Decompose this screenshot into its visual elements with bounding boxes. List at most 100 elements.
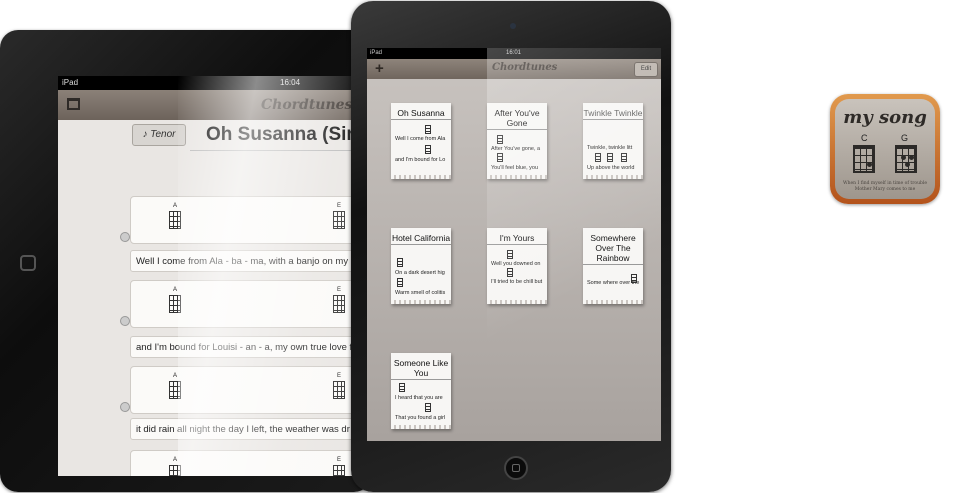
chord-diagram-icon bbox=[333, 465, 345, 476]
chord-row[interactable]: A E bbox=[130, 450, 372, 476]
edit-button[interactable]: Edit bbox=[634, 62, 658, 77]
chord-label: A bbox=[173, 373, 178, 379]
title-divider bbox=[190, 150, 372, 151]
library-book-icon[interactable] bbox=[67, 98, 80, 110]
song-card-line: On a dark desert hig bbox=[395, 270, 445, 276]
add-song-button[interactable]: + bbox=[375, 60, 384, 77]
song-card-line: You'll feel blue, you bbox=[491, 165, 539, 171]
instrument-label: Tenor bbox=[150, 129, 176, 140]
song-card-line: After You've gone, a bbox=[491, 146, 541, 152]
paper-edge bbox=[391, 300, 451, 304]
app-icon-lyric: When I find myself in time of trouble Mo… bbox=[843, 181, 927, 192]
chord-diagram-icon bbox=[895, 145, 917, 173]
song-card-line: Warm smell of colitis bbox=[395, 290, 446, 296]
chord-row[interactable]: A E bbox=[130, 280, 372, 328]
chord-label: A bbox=[173, 287, 178, 293]
ipad-left-device: iPad 16:04 Chordtunes ♪ Tenor Oh Susanna… bbox=[0, 30, 372, 492]
chord-diagram-icon bbox=[333, 295, 345, 313]
song-title: Oh Susanna (Simpl bbox=[206, 124, 372, 145]
chord-diagram-icon bbox=[621, 153, 627, 162]
chord-diagram-icon bbox=[497, 153, 503, 162]
finger-dot-icon bbox=[901, 155, 906, 160]
song-card-line: Well you downed on bbox=[491, 261, 541, 267]
song-card[interactable]: Someone Like You I heard that you are Th… bbox=[391, 353, 451, 429]
app-title: Chordtunes bbox=[261, 97, 353, 113]
song-card[interactable]: After You've Gone After You've gone, a Y… bbox=[487, 103, 547, 179]
lyric-row[interactable]: it did rain all night the day I left, th… bbox=[130, 418, 372, 440]
carrier-label: iPad bbox=[370, 50, 383, 56]
home-button-icon[interactable] bbox=[504, 456, 528, 480]
song-card-title: Someone Like You bbox=[391, 358, 451, 380]
song-card[interactable]: Twinkle Twinkle Twinkle, twinkle litt Up… bbox=[583, 103, 643, 179]
app-icon[interactable]: my song C G When I find myself in time o… bbox=[830, 94, 940, 204]
chord-diagram-icon bbox=[497, 135, 503, 144]
app-title: Chordtunes bbox=[492, 62, 558, 73]
chord-diagram-icon bbox=[853, 145, 875, 173]
clock-label: 16:04 bbox=[280, 78, 301, 87]
chord-diagram-icon bbox=[397, 278, 403, 287]
chord-diagram-icon bbox=[425, 145, 431, 154]
song-card[interactable]: Oh Susanna Well I come from Ala and I'm … bbox=[391, 103, 451, 179]
song-card-title: I'm Yours bbox=[487, 233, 547, 245]
chord-diagram-icon bbox=[425, 403, 431, 412]
ukulele-icon: ♪ bbox=[142, 129, 148, 140]
chord-diagram-icon bbox=[507, 268, 513, 277]
song-card-title: After You've Gone bbox=[487, 108, 547, 130]
camera-icon bbox=[510, 23, 516, 29]
lyric-row[interactable]: and I'm bound for Louisi - an - a, my ow… bbox=[130, 336, 372, 358]
paper-edge bbox=[487, 300, 547, 304]
song-card-line: I heard that you are bbox=[395, 395, 443, 401]
song-card-line: Up above the world bbox=[587, 165, 635, 171]
chord-diagram-icon bbox=[607, 153, 613, 162]
chord-diagram-icon bbox=[169, 381, 181, 399]
nav-bar: Chordtunes bbox=[58, 90, 372, 120]
lyric-row[interactable]: Well I come from Ala - ba - ma, with a b… bbox=[130, 250, 372, 272]
chord-label: G bbox=[901, 133, 909, 143]
song-card-line: Twinkle, twinkle litt bbox=[587, 145, 633, 151]
row-handle-icon[interactable] bbox=[120, 402, 130, 412]
song-view-screen: iPad 16:04 Chordtunes ♪ Tenor Oh Susanna… bbox=[58, 76, 372, 476]
chord-diagram-icon bbox=[397, 258, 403, 267]
chord-label: A bbox=[173, 203, 178, 209]
clock-label: 16:01 bbox=[506, 50, 522, 56]
library-screen: iPad 16:01 + Chordtunes Edit Oh Susanna … bbox=[367, 48, 661, 441]
chord-diagram-icon bbox=[169, 295, 181, 313]
song-card-line: That you found a girl bbox=[395, 415, 446, 421]
status-bar: iPad 16:01 bbox=[367, 48, 661, 59]
chord-diagram-icon bbox=[507, 250, 513, 259]
finger-dot-icon bbox=[905, 162, 910, 167]
row-handle-icon[interactable] bbox=[120, 316, 130, 326]
chord-diagram-icon bbox=[333, 381, 345, 399]
app-icon-title: my song bbox=[843, 107, 927, 128]
paper-edge bbox=[391, 175, 451, 179]
song-card-title: Oh Susanna bbox=[391, 108, 451, 120]
paper-edge bbox=[583, 300, 643, 304]
row-handle-icon[interactable] bbox=[120, 232, 130, 242]
carrier-label: iPad bbox=[62, 78, 79, 87]
song-card-title: Twinkle Twinkle bbox=[583, 108, 643, 120]
chord-label: C bbox=[861, 133, 868, 143]
home-button-icon[interactable] bbox=[20, 255, 36, 271]
chord-diagram-icon bbox=[169, 465, 181, 476]
ipad-mini-device: iPad 16:01 + Chordtunes Edit Oh Susanna … bbox=[351, 1, 671, 492]
instrument-tenor-button[interactable]: ♪ Tenor bbox=[132, 124, 186, 146]
song-card[interactable]: I'm Yours Well you downed on I'll tried … bbox=[487, 228, 547, 304]
chord-row[interactable]: A E bbox=[130, 366, 372, 414]
chord-diagram-icon bbox=[333, 211, 345, 229]
chord-diagram-icon bbox=[595, 153, 601, 162]
chord-diagram-icon bbox=[631, 274, 637, 283]
song-card-line: Well I come from Ala bbox=[395, 136, 446, 142]
song-card[interactable]: Hotel California On a dark desert hig Wa… bbox=[391, 228, 451, 304]
song-card-line: and I'm bound for Lo bbox=[395, 157, 446, 163]
paper-edge bbox=[391, 425, 451, 429]
song-card[interactable]: Somewhere Over The Rainbow Some where ov… bbox=[583, 228, 643, 304]
song-card-line: I'll tried to be chill but bbox=[491, 279, 543, 285]
chord-label: E bbox=[337, 373, 342, 379]
chord-row[interactable]: A E bbox=[130, 196, 372, 244]
paper-edge bbox=[487, 175, 547, 179]
status-bar: iPad 16:04 bbox=[58, 76, 372, 90]
chord-diagram-icon bbox=[169, 211, 181, 229]
chord-label: A bbox=[173, 457, 178, 463]
song-card-title: Somewhere Over The Rainbow bbox=[583, 233, 643, 265]
app-icon-face: my song C G When I find myself in time o… bbox=[835, 99, 935, 199]
